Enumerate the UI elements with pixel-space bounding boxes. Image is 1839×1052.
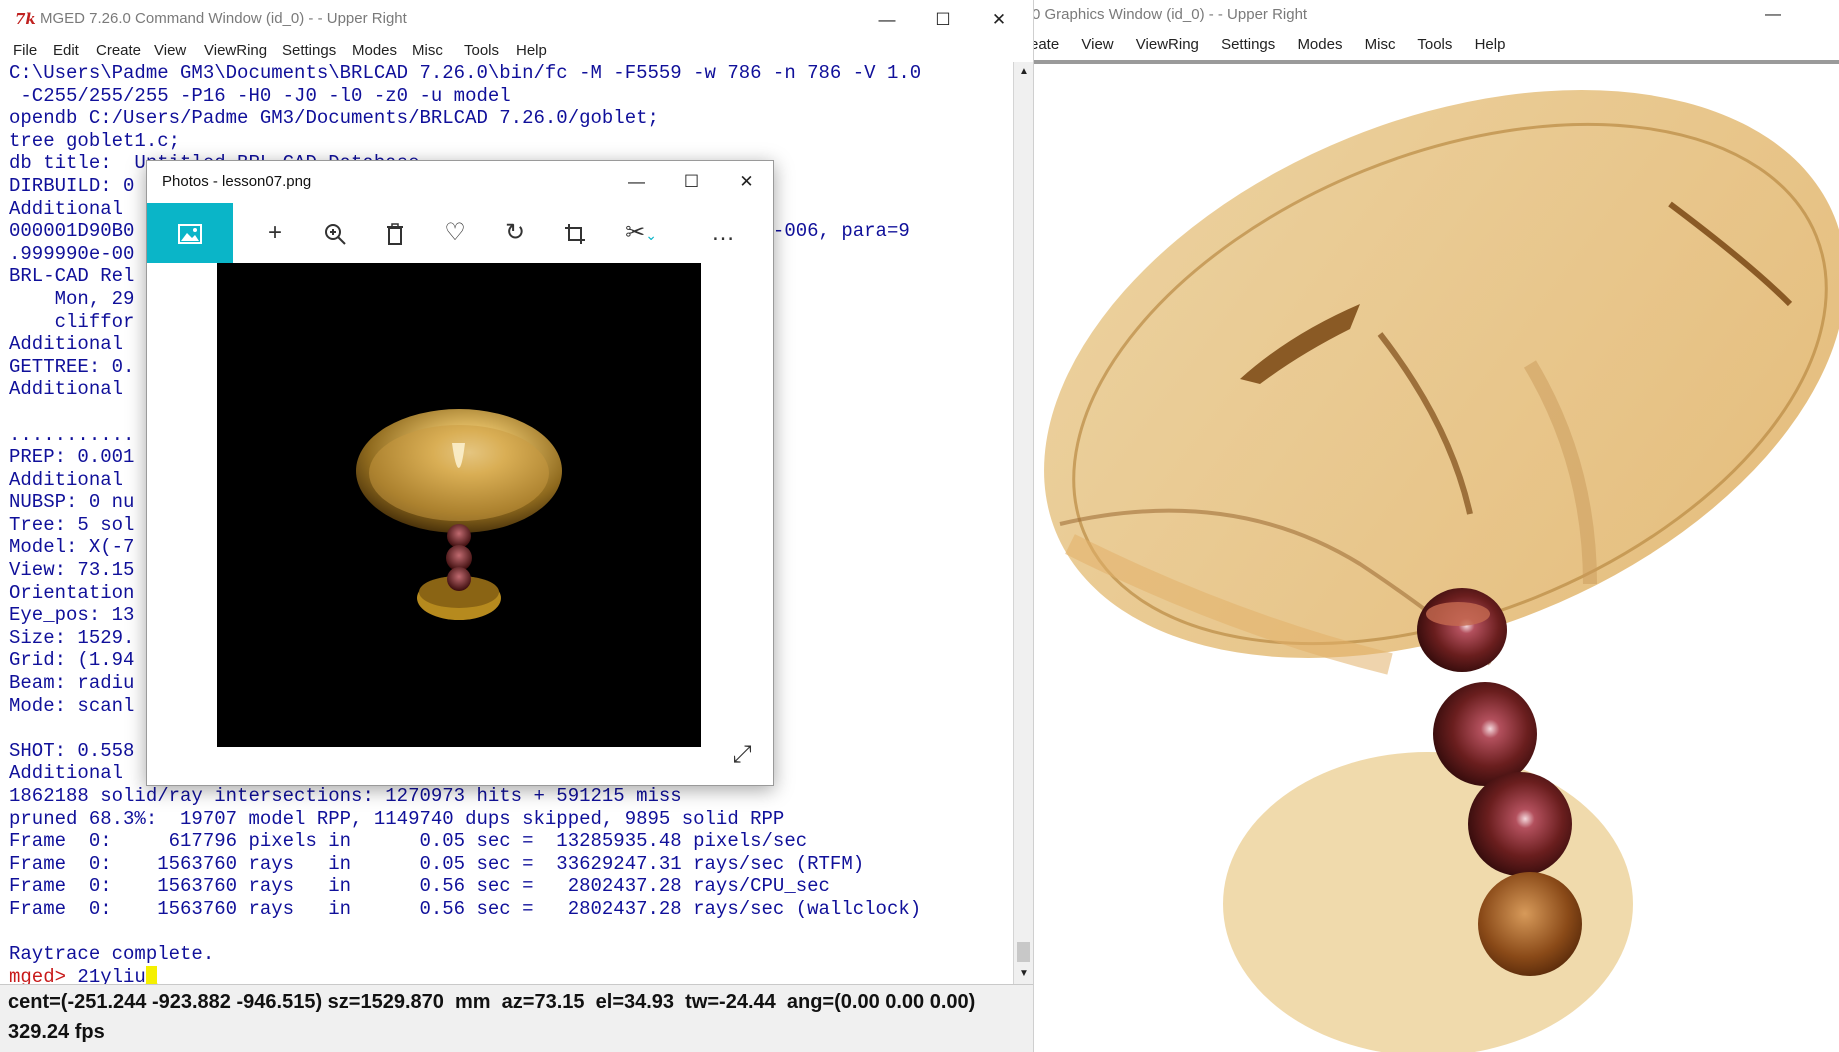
gfx-menu-tools[interactable]: Tools (1417, 36, 1452, 53)
menu-view[interactable]: View (154, 42, 186, 59)
gfx-menu-modes[interactable]: Modes (1297, 36, 1342, 53)
menu-viewring[interactable]: ViewRing (204, 42, 267, 59)
graphics-window: 0 Graphics Window (id_0) - - Upper Right… (1030, 0, 1839, 1052)
gfx-menu-viewring[interactable]: ViewRing (1136, 36, 1199, 53)
close-button[interactable]: ✕ (974, 4, 1024, 36)
edit-icon[interactable]: ✂⌄ (613, 203, 669, 263)
crop-icon[interactable] (547, 203, 603, 263)
photos-maximize-button[interactable]: ☐ (664, 163, 719, 201)
console-line: 1862188 solid/ray intersections: 1270973… (9, 785, 682, 807)
favorite-icon[interactable]: ♡ (427, 203, 483, 263)
console-line: pruned 68.3%: 19707 model RPP, 1149740 d… (9, 807, 785, 830)
command-title: MGED 7.26.0 Command Window (id_0) - - Up… (40, 10, 407, 27)
image-icon[interactable] (147, 203, 233, 263)
photos-window: Photos - lesson07.png — ☐ ✕ + ♡ ↻ ✂⌄ … ⤢ (146, 160, 774, 786)
console-line: -C255/255/255 -P16 -H0 -J0 -l0 -z0 -u mo… (9, 84, 511, 107)
console-input-line[interactable]: mged> 21yliu_ (9, 965, 1009, 984)
add-icon[interactable]: + (247, 203, 303, 263)
command-titlebar: 7k MGED 7.26.0 Command Window (id_0) - -… (0, 0, 1033, 38)
gfx-menu-settings[interactable]: Settings (1221, 36, 1275, 53)
menu-file[interactable]: File (13, 42, 37, 59)
zoom-in-icon[interactable] (307, 203, 363, 263)
console-line: Frame 0: 1563760 rays in 0.05 sec = 3362… (9, 852, 865, 875)
goblet-stem-ring (1426, 602, 1490, 626)
photo-goblet-bead (447, 567, 471, 591)
lesson07-image (217, 263, 701, 747)
photos-close-button[interactable]: ✕ (719, 163, 774, 201)
console-line: Frame 0: 1563760 rays in 0.56 sec = 2802… (9, 897, 922, 920)
console-line: opendb C:/Users/Padme GM3/Documents/BRLC… (9, 107, 659, 130)
photos-minimize-button[interactable]: — (609, 163, 664, 201)
goblet-base-ball (1478, 872, 1582, 976)
scroll-up-icon[interactable]: ▲ (1014, 62, 1033, 82)
menu-tools[interactable]: Tools (464, 42, 499, 59)
console-line: Frame 0: 1563760 rays in 0.56 sec = 2802… (9, 875, 830, 898)
rotate-icon[interactable]: ↻ (487, 203, 543, 263)
mged-app-icon: 7k (15, 10, 36, 28)
goblet-stem-bead (1468, 772, 1572, 876)
fps-readout: 329.24 fps (8, 1021, 105, 1043)
console-line: Frame 0: 617796 pixels in 0.05 sec = 132… (9, 830, 808, 853)
photo-goblet-bead (447, 524, 471, 548)
expand-icon[interactable]: ⤢ (727, 741, 757, 771)
delete-icon[interactable] (367, 203, 423, 263)
console-line: C:\Users\Padme GM3\Documents\BRLCAD 7.26… (9, 62, 922, 84)
menu-modes[interactable]: Modes (352, 42, 397, 59)
console-line: Raytrace complete. (9, 943, 215, 966)
gfx-menu-view[interactable]: View (1081, 36, 1113, 53)
menu-settings[interactable]: Settings (282, 42, 336, 59)
command-input[interactable]: 21yliu (77, 966, 145, 984)
text-cursor: _ (145, 965, 158, 984)
menu-help[interactable]: Help (516, 42, 547, 59)
maximize-button[interactable]: ☐ (918, 4, 968, 36)
minimize-button[interactable]: — (862, 4, 912, 36)
goblet-3d-viewport[interactable] (1030, 64, 1839, 1052)
console-scrollbar[interactable]: ▲ ▼ (1013, 62, 1033, 984)
photos-toolbar: + ♡ ↻ ✂⌄ … (147, 203, 773, 263)
graphics-titlebar: 0 Graphics Window (id_0) - - Upper Right… (1030, 0, 1839, 30)
graphics-title: 0 Graphics Window (id_0) - - Upper Right (1032, 6, 1308, 23)
gfx-menu-create[interactable]: eate (1030, 36, 1059, 53)
photo-goblet-bowl-inner (369, 425, 549, 521)
graphics-menubar: eate View ViewRing Settings Modes Misc T… (1030, 30, 1839, 60)
menu-create[interactable]: Create (96, 42, 141, 59)
graphics-minimize-button[interactable]: — (1750, 0, 1796, 30)
scroll-thumb[interactable] (1017, 942, 1030, 962)
menu-misc[interactable]: Misc (412, 42, 443, 59)
mged-prompt: mged> (9, 965, 67, 984)
goblet-stem-bead (1417, 588, 1507, 672)
menu-edit[interactable]: Edit (53, 42, 79, 59)
scroll-down-icon[interactable]: ▼ (1014, 964, 1033, 984)
gfx-menu-misc[interactable]: Misc (1365, 36, 1396, 53)
gfx-menu-help[interactable]: Help (1475, 36, 1506, 53)
more-icon[interactable]: … (695, 203, 751, 263)
photos-title: Photos - lesson07.png (162, 173, 312, 190)
view-status-line: cent=(-251.244 -923.882 -946.515) sz=152… (8, 991, 976, 1013)
goblet-stem-bead (1433, 682, 1537, 786)
status-bar: cent=(-251.244 -923.882 -946.515) sz=152… (0, 984, 1033, 1052)
photos-titlebar: Photos - lesson07.png — ☐ ✕ (147, 161, 773, 203)
console-line: tree goblet1.c; (9, 129, 181, 152)
